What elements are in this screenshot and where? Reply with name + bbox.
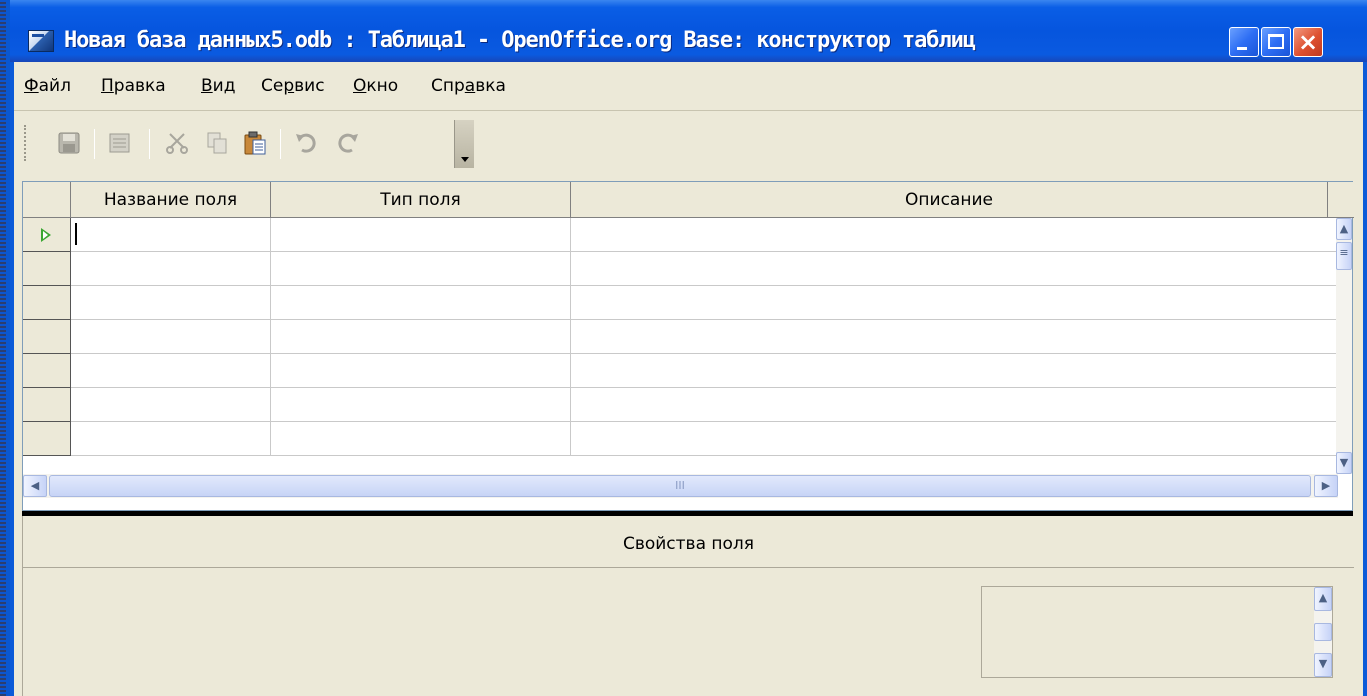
field-name-cell[interactable] <box>71 252 271 286</box>
grid-header: Название поля Тип поля Описание <box>23 182 1354 218</box>
menu-tools[interactable]: Сервис <box>261 76 325 96</box>
row-header[interactable] <box>23 218 71 252</box>
scroll-left-button[interactable]: ◀ <box>23 475 47 497</box>
help-scrollbar[interactable]: ▲ ▼ <box>1314 587 1332 677</box>
menu-edit[interactable]: Правка <box>101 76 166 96</box>
close-icon: × <box>1297 28 1319 56</box>
field-name-cell[interactable] <box>71 422 271 456</box>
table-row[interactable] <box>23 388 1338 422</box>
field-type-cell[interactable] <box>271 388 571 422</box>
field-properties-title: Свойства поля <box>622 534 755 554</box>
save-icon[interactable] <box>56 130 82 156</box>
toolbar-separator <box>94 129 95 159</box>
undo-icon[interactable] <box>294 130 320 156</box>
table-row[interactable] <box>23 252 1338 286</box>
client-area: Файл Правка Вид Сервис Окно Справка Назв… <box>14 62 1363 696</box>
text-caret <box>75 223 77 245</box>
help-scroll-thumb[interactable] <box>1314 623 1332 641</box>
maximize-button[interactable] <box>1261 27 1291 57</box>
menu-file[interactable]: Файл <box>24 76 71 96</box>
field-type-cell[interactable] <box>271 218 571 252</box>
table-row[interactable] <box>23 218 1338 252</box>
field-type-cell[interactable] <box>271 252 571 286</box>
scroll-up-button[interactable]: ▲ <box>1336 218 1352 240</box>
field-name-cell[interactable] <box>71 286 271 320</box>
redo-icon[interactable] <box>334 130 360 156</box>
field-name-cell[interactable] <box>71 354 271 388</box>
toolbar-grip[interactable] <box>24 125 27 161</box>
table-row[interactable] <box>23 286 1338 320</box>
row-header[interactable] <box>23 320 71 354</box>
description-cell[interactable] <box>571 354 1338 388</box>
panel-divider <box>23 567 1354 568</box>
desktop-edge <box>0 0 6 696</box>
horizontal-scrollbar[interactable]: ◀ III ▶ <box>23 474 1338 498</box>
current-row-arrow-icon <box>41 228 51 242</box>
close-button[interactable]: × <box>1293 27 1323 57</box>
scroll-down-button[interactable]: ▼ <box>1336 452 1352 474</box>
toolbar-separator <box>149 129 150 159</box>
row-header[interactable] <box>23 286 71 320</box>
copy-icon[interactable] <box>204 130 230 156</box>
minimize-button[interactable] <box>1229 27 1259 57</box>
menu-window[interactable]: Окно <box>353 76 398 96</box>
description-cell[interactable] <box>571 252 1338 286</box>
description-cell[interactable] <box>571 422 1338 456</box>
field-type-cell[interactable] <box>271 286 571 320</box>
row-header[interactable] <box>23 388 71 422</box>
menu-view[interactable]: Вид <box>201 76 235 96</box>
field-name-cell[interactable] <box>71 320 271 354</box>
standard-toolbar <box>14 110 1363 170</box>
toolbar-separator <box>280 129 281 159</box>
toolbar-overflow-button[interactable] <box>454 120 474 168</box>
field-type-cell[interactable] <box>271 422 571 456</box>
maximize-icon <box>1268 34 1284 49</box>
help-text-box: ▲ ▼ <box>981 586 1333 678</box>
row-header[interactable] <box>23 354 71 388</box>
menu-help[interactable]: Справка <box>431 76 506 96</box>
description-cell[interactable] <box>571 286 1338 320</box>
description-cell[interactable] <box>571 388 1338 422</box>
app-window: Новая база данных5.odb : Таблица1 - Open… <box>10 0 1367 696</box>
horizontal-scroll-thumb[interactable]: III <box>49 475 1311 497</box>
row-header-corner <box>23 182 71 218</box>
description-cell[interactable] <box>571 320 1338 354</box>
description-cell[interactable] <box>571 218 1338 252</box>
vertical-scrollbar[interactable]: ▲ ≡ ▼ <box>1336 218 1352 474</box>
table-row[interactable] <box>23 320 1338 354</box>
minimize-icon <box>1237 47 1247 50</box>
row-header[interactable] <box>23 252 71 286</box>
column-description[interactable]: Описание <box>571 182 1328 218</box>
table-design-grid[interactable]: Название поля Тип поля Описание ▲ ≡ ▼ ◀ … <box>22 181 1354 511</box>
vertical-scroll-thumb[interactable]: ≡ <box>1336 242 1352 270</box>
scroll-right-button[interactable]: ▶ <box>1314 475 1338 497</box>
help-scroll-down-button[interactable]: ▼ <box>1314 653 1332 677</box>
help-scroll-up-button[interactable]: ▲ <box>1314 587 1332 611</box>
table-row[interactable] <box>23 354 1338 388</box>
paste-icon[interactable] <box>242 130 268 156</box>
field-type-cell[interactable] <box>271 320 571 354</box>
edit-icon[interactable] <box>107 130 133 156</box>
field-name-cell[interactable] <box>71 218 271 252</box>
field-type-cell[interactable] <box>271 354 571 388</box>
field-properties-panel: Свойства поля ▲ ▼ <box>22 516 1354 696</box>
menu-bar: Файл Правка Вид Сервис Окно Справка <box>14 62 1363 110</box>
title-bar[interactable]: Новая база данных5.odb : Таблица1 - Open… <box>10 0 1367 62</box>
column-field-type[interactable]: Тип поля <box>271 182 571 218</box>
field-name-cell[interactable] <box>71 388 271 422</box>
app-icon[interactable] <box>28 30 54 52</box>
column-field-name[interactable]: Название поля <box>71 182 271 218</box>
row-header[interactable] <box>23 422 71 456</box>
cut-icon[interactable] <box>164 130 190 156</box>
table-row[interactable] <box>23 422 1338 456</box>
window-title: Новая база данных5.odb : Таблица1 - Open… <box>64 28 976 53</box>
